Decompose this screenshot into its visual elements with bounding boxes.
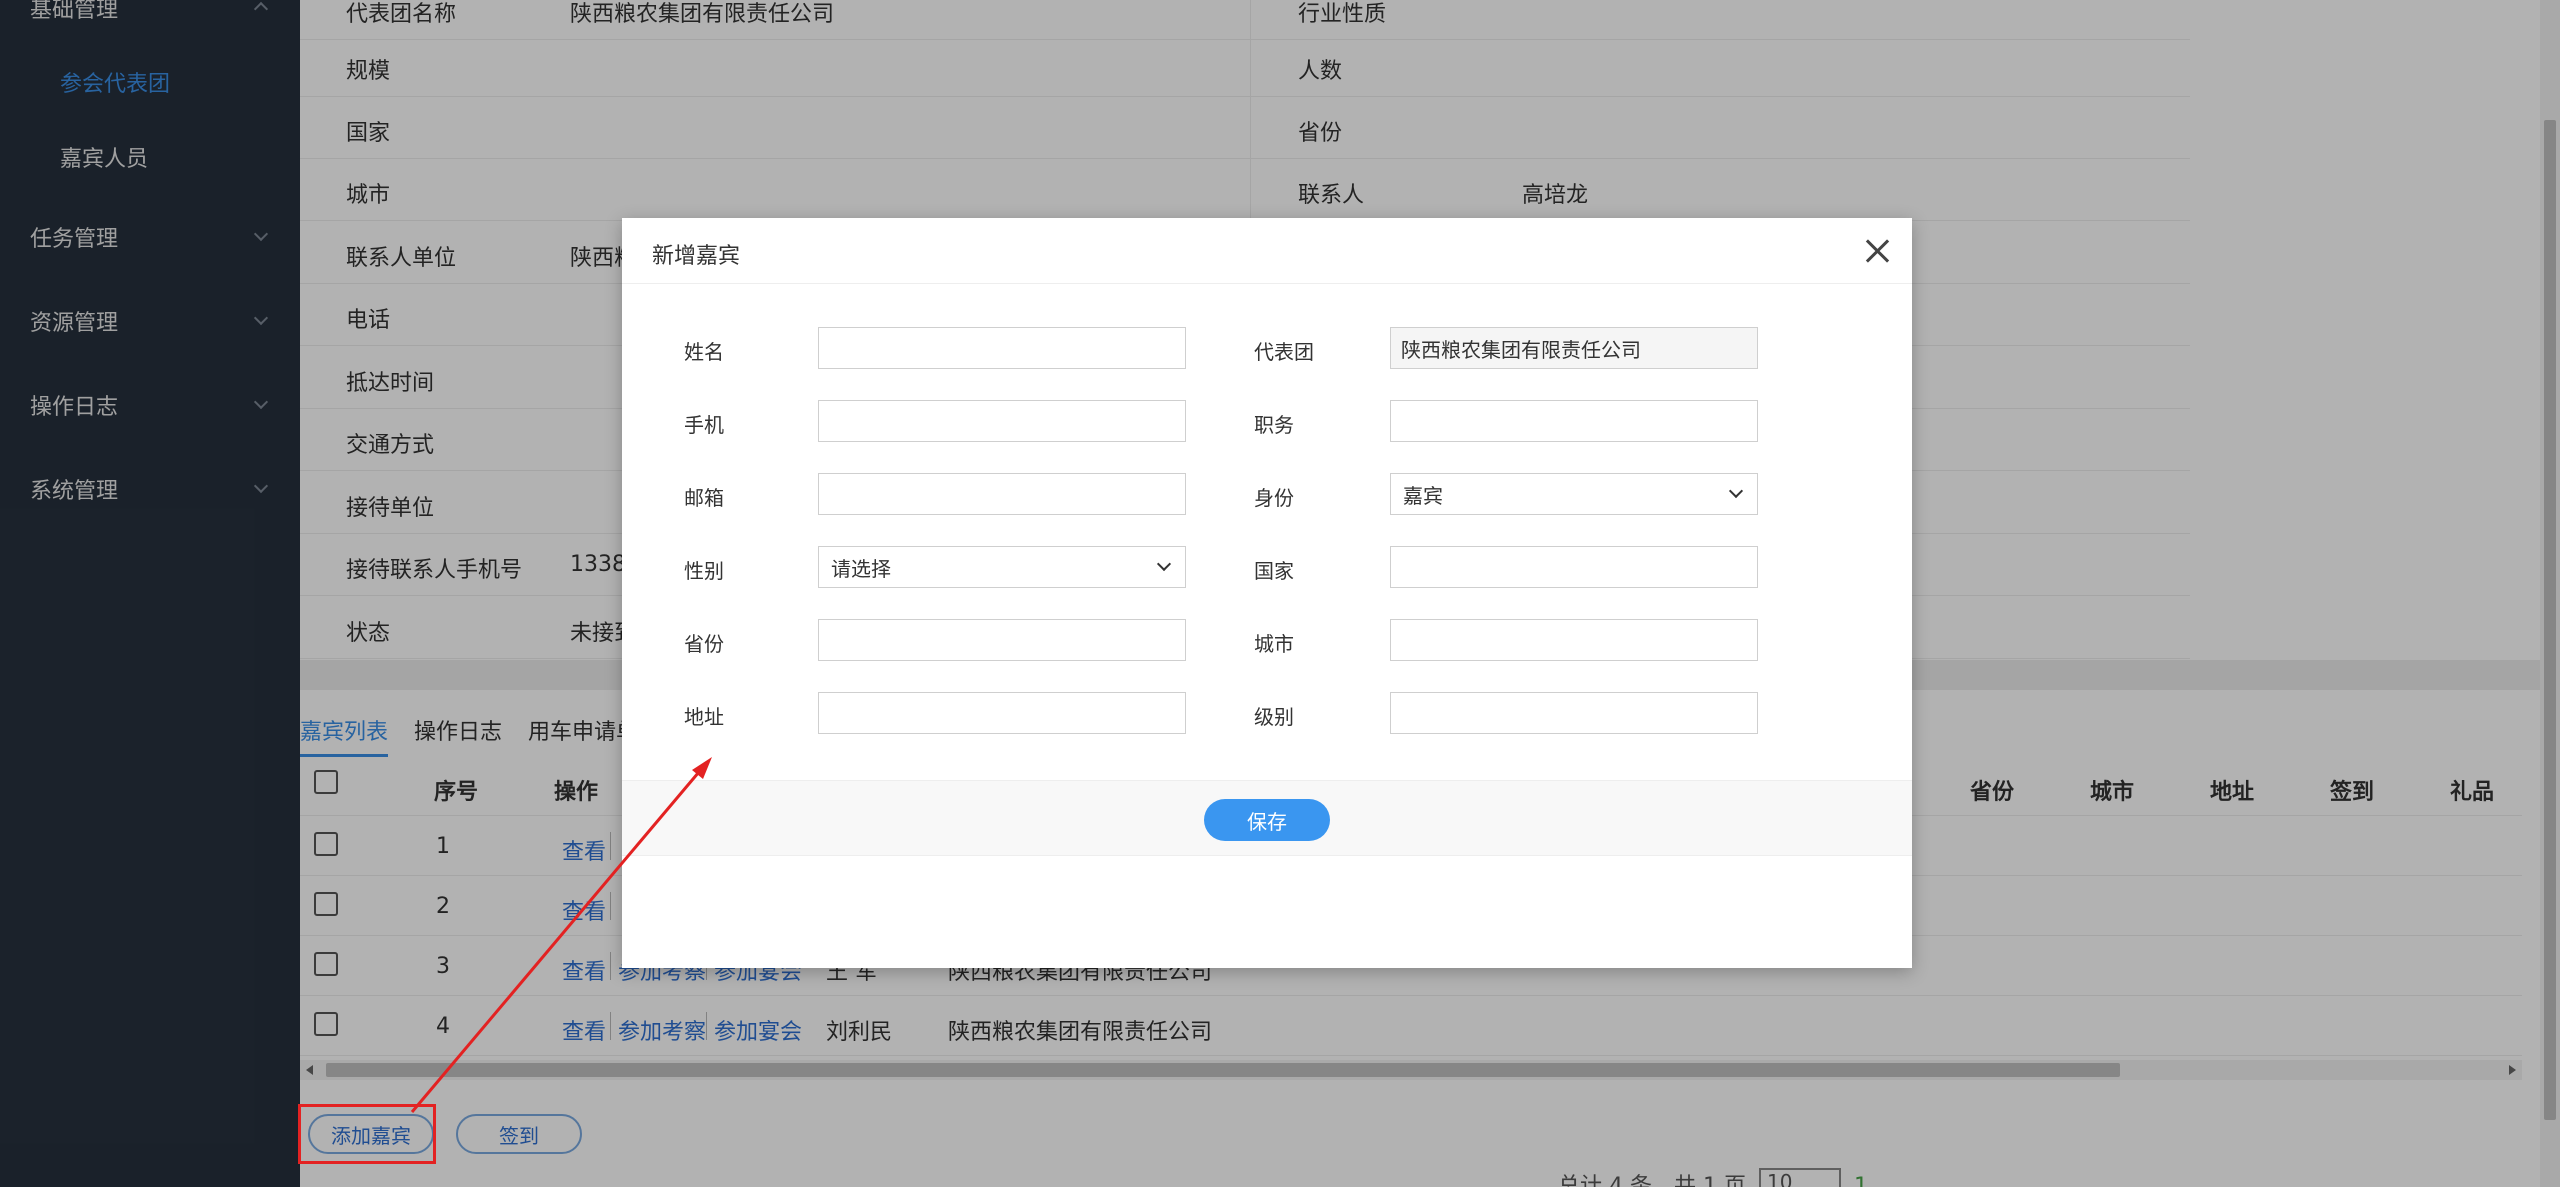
delegation-label: 代表团 [1254, 340, 1314, 364]
province-input[interactable] [818, 619, 1186, 661]
close-icon[interactable] [1864, 238, 1890, 264]
city-input[interactable] [1390, 619, 1758, 661]
email-label: 邮箱 [684, 486, 724, 510]
add-guest-dialog: 新增嘉宾 姓名 代表团 手机 职务 邮箱 身份 嘉宾 性别 请选择 国家 省份 … [622, 218, 1912, 968]
province-label: 省份 [684, 632, 724, 656]
chevron-down-icon [1156, 556, 1172, 572]
name-label: 姓名 [684, 340, 724, 364]
city-label: 城市 [1254, 632, 1294, 656]
country-input[interactable] [1390, 546, 1758, 588]
gender-select[interactable]: 请选择 [818, 546, 1186, 588]
dialog-footer: 保存 [622, 780, 1912, 856]
position-label: 职务 [1254, 413, 1294, 437]
chevron-down-icon [1728, 483, 1744, 499]
level-label: 级别 [1254, 705, 1294, 729]
delegation-input[interactable] [1390, 327, 1758, 369]
email-input[interactable] [818, 473, 1186, 515]
gender-label: 性别 [684, 559, 724, 583]
name-input[interactable] [818, 327, 1186, 369]
dialog-header: 新增嘉宾 [622, 218, 1912, 284]
phone-input[interactable] [818, 400, 1186, 442]
phone-label: 手机 [684, 413, 724, 437]
address-label: 地址 [684, 705, 724, 729]
identity-select[interactable]: 嘉宾 [1390, 473, 1758, 515]
dialog-title: 新增嘉宾 [652, 244, 741, 269]
identity-selected-value: 嘉宾 [1403, 483, 1443, 508]
position-input[interactable] [1390, 400, 1758, 442]
annotation-highlight-box [298, 1104, 436, 1164]
identity-label: 身份 [1254, 486, 1294, 510]
save-button[interactable]: 保存 [1204, 799, 1330, 841]
gender-selected-value: 请选择 [831, 556, 891, 581]
address-input[interactable] [818, 692, 1186, 734]
country-label: 国家 [1254, 559, 1294, 583]
level-input[interactable] [1390, 692, 1758, 734]
